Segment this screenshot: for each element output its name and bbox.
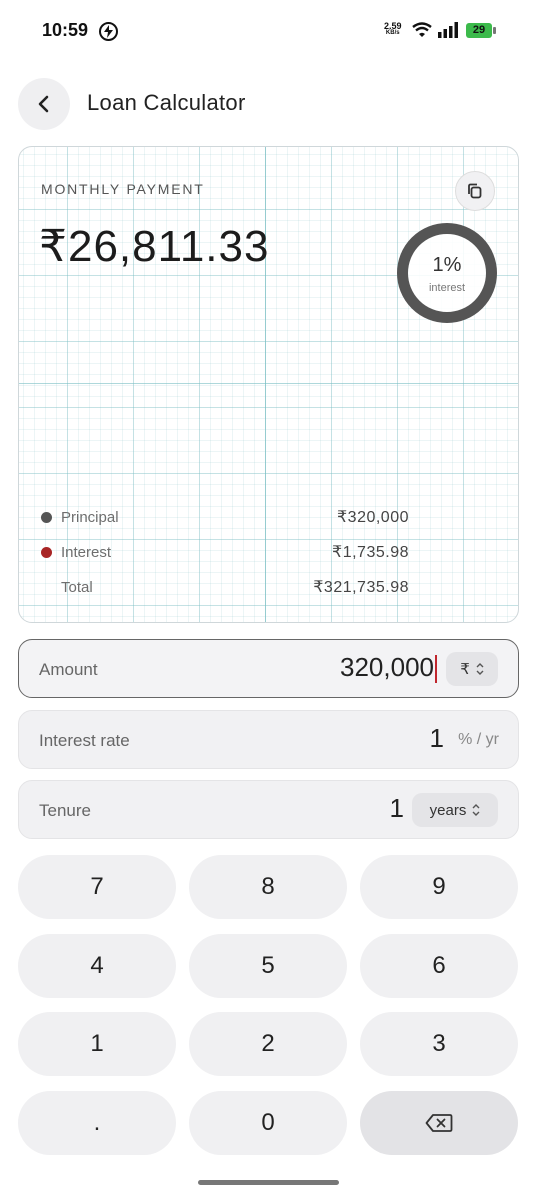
status-time: 10:59	[42, 20, 89, 40]
charging-bolt-icon	[99, 22, 118, 41]
legend-value: ₹321,735.98	[313, 579, 409, 596]
key-9[interactable]: 9	[360, 855, 518, 919]
interest-rate-unit: % / yr	[458, 731, 499, 748]
backspace-icon	[425, 1114, 453, 1132]
legend-row-interest: Interest ₹1,735.98	[39, 541, 409, 565]
tenure-label: Tenure	[39, 801, 91, 820]
tenure-input[interactable]: 1	[390, 793, 404, 824]
chevron-left-icon	[38, 95, 49, 113]
legend-row-principal: Principal ₹320,000	[39, 506, 409, 530]
cell-signal-icon	[438, 22, 460, 43]
monthly-payment-label: MONTHLY PAYMENT	[41, 181, 205, 197]
copy-icon	[468, 183, 482, 199]
legend-name: Total	[61, 579, 93, 596]
interest-percent: 1%	[432, 254, 462, 276]
copy-button[interactable]	[455, 171, 495, 211]
amount-field[interactable]: Amount 320,000 ₹	[18, 639, 519, 698]
chevron-updown-icon	[476, 663, 484, 675]
text-caret	[435, 655, 437, 683]
network-speed-unit: KB/s	[385, 30, 400, 36]
home-indicator[interactable]	[198, 1180, 339, 1185]
tenure-unit-select[interactable]: years	[412, 793, 498, 827]
legend-row-total: Total ₹321,735.98	[39, 576, 409, 600]
currency-value: ₹	[460, 661, 470, 678]
legend-name: Principal	[61, 509, 119, 526]
key-6[interactable]: 6	[360, 934, 518, 998]
interest-donut: 1% interest	[397, 223, 497, 323]
key-4[interactable]: 4	[18, 934, 176, 998]
key-2[interactable]: 2	[189, 1012, 347, 1076]
backspace-button[interactable]	[360, 1091, 518, 1155]
page-title: Loan Calculator	[87, 90, 246, 115]
interest-rate-input[interactable]: 1	[430, 723, 444, 754]
monthly-payment-value: ₹26,811.33	[39, 222, 270, 271]
interest-percent-label: interest	[428, 282, 466, 294]
tenure-field[interactable]: Tenure 1 years	[18, 780, 519, 839]
status-bar: 10:59 2.59 KB/s 29	[0, 0, 537, 62]
key-1[interactable]: 1	[18, 1012, 176, 1076]
key-3[interactable]: 3	[360, 1012, 518, 1076]
interest-rate-field[interactable]: Interest rate 1 % / yr	[18, 710, 519, 769]
key-5[interactable]: 5	[189, 934, 347, 998]
battery-indicator: 29	[466, 23, 496, 38]
currency-select[interactable]: ₹	[446, 652, 498, 686]
legend-value: ₹1,735.98	[332, 544, 409, 561]
interest-dot	[41, 547, 52, 558]
wifi-icon	[412, 22, 432, 43]
principal-dot	[41, 512, 52, 523]
back-button[interactable]	[18, 78, 70, 130]
legend-name: Interest	[61, 544, 112, 561]
chevron-updown-icon	[472, 804, 480, 816]
key-decimal[interactable]: .	[18, 1091, 176, 1155]
legend-value: ₹320,000	[336, 509, 409, 526]
amount-input[interactable]: 320,000	[340, 652, 434, 683]
key-7[interactable]: 7	[18, 855, 176, 919]
amount-label: Amount	[39, 660, 98, 679]
result-card: MONTHLY PAYMENT ₹26,811.33 1% interest P…	[18, 146, 519, 623]
key-0[interactable]: 0	[189, 1091, 347, 1155]
key-8[interactable]: 8	[189, 855, 347, 919]
interest-rate-label: Interest rate	[39, 731, 130, 750]
tenure-unit-value: years	[429, 801, 467, 819]
network-speed: 2.59 KB/s	[384, 22, 402, 37]
